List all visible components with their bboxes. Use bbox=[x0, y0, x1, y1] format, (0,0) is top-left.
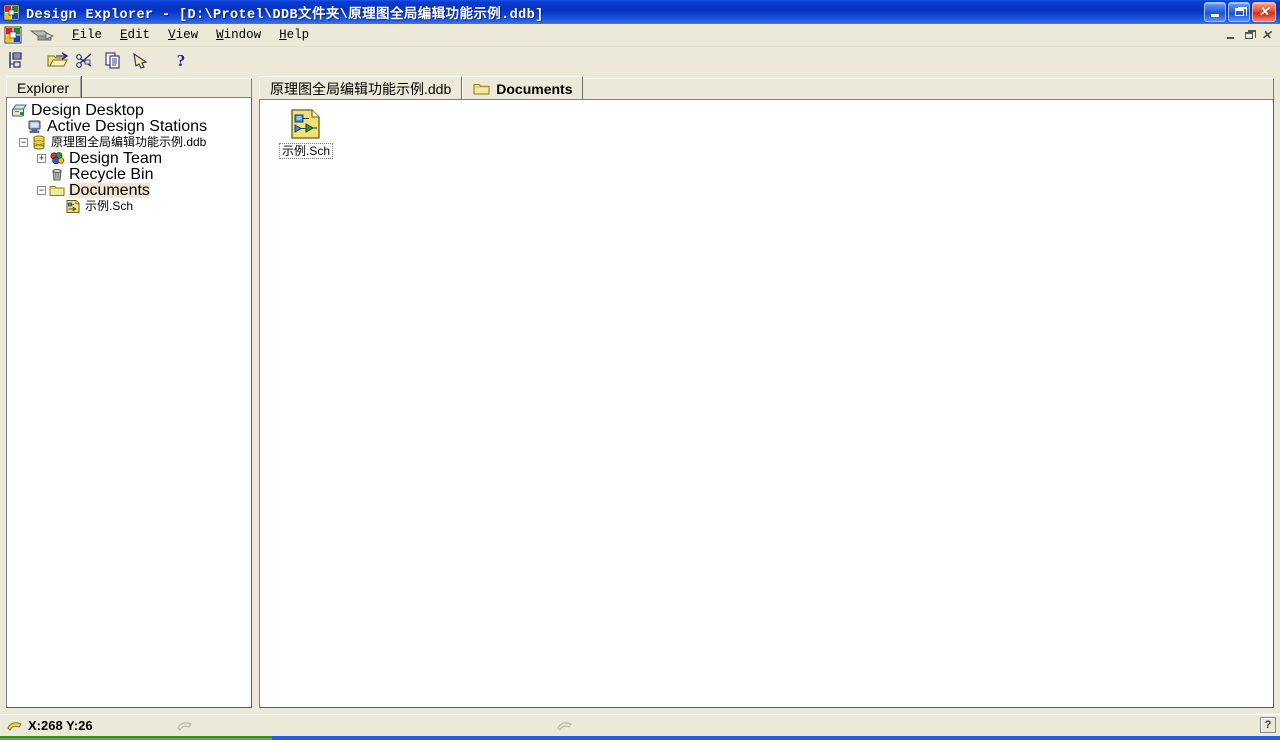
tab-ddb-label: 原理图全局编辑功能示例.ddb bbox=[270, 80, 452, 97]
status-coordinates: X:268 Y:26 bbox=[28, 718, 93, 733]
document-tabstrip-filler bbox=[583, 78, 1274, 100]
document-panel: 原理图全局编辑功能示例.ddb Documents 示例.Sch bbox=[259, 76, 1274, 708]
svg-text:?: ? bbox=[177, 51, 186, 70]
status-panel-2 bbox=[170, 716, 550, 736]
window-controls: ✕ bbox=[1204, 2, 1276, 22]
tree-node-active-design-stations[interactable]: Active Design Stations bbox=[7, 118, 251, 134]
tree-node-schematic-file[interactable]: 示例.Sch bbox=[7, 198, 251, 214]
explorer-tree-icon[interactable] bbox=[4, 48, 30, 72]
tab-explorer[interactable]: Explorer bbox=[6, 76, 82, 98]
design-explorer-icon bbox=[3, 4, 20, 21]
restore-button[interactable] bbox=[1228, 2, 1250, 22]
tree-node-ddb[interactable]: − 原理图全局编辑功能示例.ddb bbox=[7, 134, 251, 150]
menubar: File Edit View Window Help ✕ bbox=[0, 24, 1280, 47]
design-tree[interactable]: Design Desktop Active Design Stations − bbox=[6, 97, 252, 708]
window-title: Design Explorer - [D:\Protel\DDB文件夹\原理图全… bbox=[26, 7, 544, 23]
tab-documents-label: Documents bbox=[496, 80, 573, 97]
tree-label: Recycle Bin bbox=[69, 165, 154, 183]
tabstrip-filler bbox=[82, 78, 252, 98]
tab-documents[interactable]: Documents bbox=[462, 76, 584, 100]
statusbar: X:268 Y:26 ? bbox=[0, 714, 1280, 736]
document-file-list[interactable]: 示例.Sch bbox=[259, 99, 1274, 708]
explorer-panel: Explorer Design Desktop Active Design St… bbox=[6, 76, 252, 708]
workstation-icon bbox=[27, 119, 43, 134]
tree-node-documents[interactable]: − Documents bbox=[7, 182, 251, 198]
paste-icon[interactable] bbox=[128, 48, 154, 72]
tab-ddb[interactable]: 原理图全局编辑功能示例.ddb bbox=[259, 76, 463, 100]
schematic-icon bbox=[289, 108, 323, 140]
tree-label: Active Design Stations bbox=[47, 117, 208, 135]
tree-collapse-toggle[interactable]: − bbox=[19, 137, 28, 147]
cut-icon[interactable] bbox=[72, 48, 98, 72]
mdi-window-controls: ✕ bbox=[1222, 28, 1275, 43]
open-folder-icon[interactable] bbox=[44, 48, 70, 72]
pen-cursor-icon-grey bbox=[556, 719, 574, 733]
tab-explorer-label: Explorer bbox=[17, 79, 70, 96]
menu-items: File Edit View Window Help bbox=[63, 26, 1222, 45]
status-panel-3 bbox=[550, 716, 970, 736]
folder-icon bbox=[49, 183, 65, 198]
tree-node-design-team[interactable]: + Design Team bbox=[7, 150, 251, 166]
taskbar-strip bbox=[0, 736, 1280, 740]
menu-help[interactable]: Help bbox=[270, 26, 318, 45]
database-icon bbox=[31, 135, 47, 150]
recycle-bin-icon bbox=[49, 167, 65, 182]
document-appicon bbox=[4, 26, 22, 44]
tree-node-design-desktop[interactable]: Design Desktop bbox=[7, 102, 251, 118]
explorer-tabstrip: Explorer bbox=[6, 76, 252, 98]
menu-window[interactable]: Window bbox=[207, 26, 270, 45]
mdi-minimize-button[interactable] bbox=[1222, 28, 1239, 43]
file-item-label: 示例.Sch bbox=[278, 143, 333, 159]
menu-edit[interactable]: Edit bbox=[111, 26, 159, 45]
status-help-button[interactable]: ? bbox=[1260, 717, 1276, 733]
tree-label: 原理图全局编辑功能示例.ddb bbox=[51, 134, 207, 149]
tree-label: Design Desktop bbox=[31, 101, 144, 119]
folder-icon bbox=[473, 82, 490, 96]
file-item-schematic[interactable]: 示例.Sch bbox=[270, 108, 342, 159]
design-desktop-icon bbox=[11, 103, 27, 118]
help-icon[interactable]: ? bbox=[168, 48, 194, 72]
document-tabstrip: 原理图全局编辑功能示例.ddb Documents bbox=[259, 76, 1274, 100]
menu-file[interactable]: File bbox=[63, 26, 111, 45]
tree-node-recycle-bin[interactable]: Recycle Bin bbox=[7, 166, 251, 182]
tree-label: Design Team bbox=[69, 149, 163, 167]
copy-icon[interactable] bbox=[100, 48, 126, 72]
titlebar: Design Explorer - [D:\Protel\DDB文件夹\原理图全… bbox=[0, 0, 1280, 24]
tree-collapse-toggle[interactable]: − bbox=[37, 185, 46, 195]
close-button[interactable]: ✕ bbox=[1252, 2, 1276, 22]
tree-label: Documents bbox=[69, 181, 150, 199]
mdi-close-button[interactable]: ✕ bbox=[1258, 28, 1275, 43]
menu-view[interactable]: View bbox=[159, 26, 207, 45]
design-team-icon bbox=[49, 151, 65, 166]
tree-label: 示例.Sch bbox=[85, 198, 134, 213]
mdi-restore-button[interactable] bbox=[1240, 28, 1257, 43]
minimize-button[interactable] bbox=[1204, 2, 1226, 22]
grey-arrow-icon bbox=[29, 27, 55, 43]
schematic-icon bbox=[65, 199, 81, 214]
pen-cursor-icon bbox=[6, 719, 24, 733]
status-coordinates-cell: X:268 Y:26 bbox=[0, 716, 170, 736]
pen-cursor-icon-grey bbox=[176, 719, 194, 733]
tree-expand-toggle[interactable]: + bbox=[37, 153, 46, 163]
toolbar: ? bbox=[0, 47, 1280, 73]
design-explorer-window: Design Explorer - [D:\Protel\DDB文件夹\原理图全… bbox=[0, 0, 1280, 740]
